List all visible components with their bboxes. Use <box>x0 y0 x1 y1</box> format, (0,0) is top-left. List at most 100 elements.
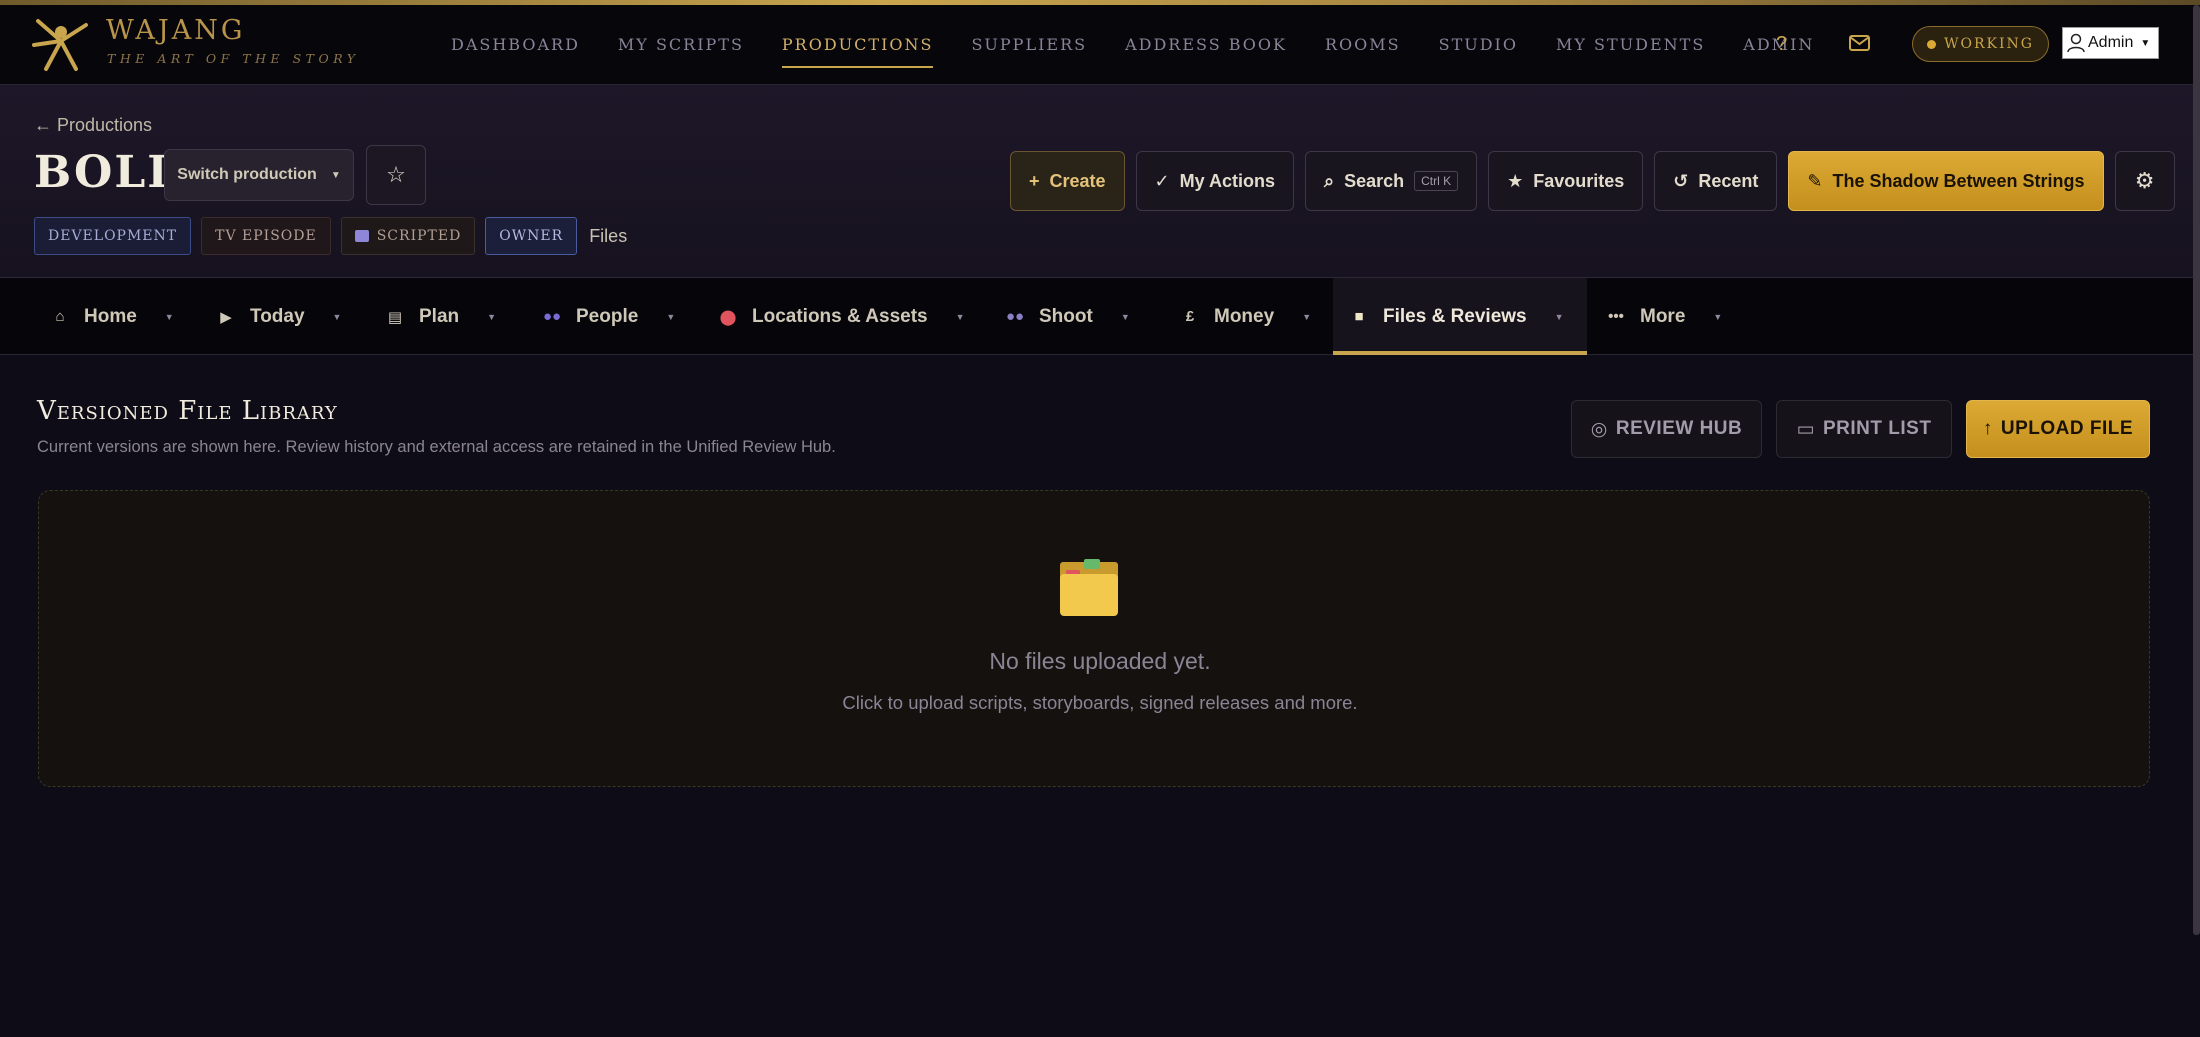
settings-button[interactable]: ⚙ <box>2114 151 2175 211</box>
recent-label: Recent <box>1698 170 1759 191</box>
recent-button[interactable]: ↺ Recent <box>1654 151 1778 211</box>
clipboard-icon: ▤ <box>387 308 403 326</box>
chevron-down-icon: ▼ <box>1713 311 1723 322</box>
empty-state-subtitle: Click to upload scripts, storyboards, si… <box>842 692 1358 713</box>
tab-shoot[interactable]: ●● Shoot ▼ <box>989 278 1130 355</box>
production-header: ← Productions BOLD Switch production ▼ ☆… <box>0 85 2200 278</box>
top-navigation: WAJANG THE ART OF THE STORY DASHBOARD MY… <box>0 5 2200 85</box>
tab-more[interactable]: ••• More ▼ <box>1590 278 1722 355</box>
production-tabs: ⌂ Home ▼ ▶ Today ▼ ▤ Plan ▼ ●● People ▼ … <box>0 278 2200 355</box>
mail-icon[interactable] <box>1849 35 1870 51</box>
chevron-down-icon: ▼ <box>330 169 341 181</box>
chevron-down-icon: ▼ <box>1120 311 1130 322</box>
review-hub-button[interactable]: ◎ REVIEW HUB <box>1571 400 1762 458</box>
tag-tv-episode: TV EPISODE <box>201 217 331 255</box>
page-scrollbar[interactable] <box>2193 5 2200 935</box>
nav-my-students[interactable]: MY STUDENTS <box>1537 5 1724 85</box>
create-button[interactable]: + Create <box>1010 151 1125 211</box>
upload-file-button[interactable]: ↑ UPLOAD FILE <box>1966 400 2150 458</box>
print-list-label: PRINT LIST <box>1823 418 1932 439</box>
status-badge[interactable]: WORKING <box>1912 26 2049 62</box>
search-button[interactable]: ⌕ Search Ctrl K <box>1304 151 1478 211</box>
tab-money-label: Money <box>1214 305 1275 327</box>
folder-icon: ■ <box>1354 308 1364 325</box>
tab-home-label: Home <box>84 305 137 327</box>
pin-icon: ⬤ <box>719 308 737 326</box>
search-icon: ⌕ <box>1323 170 1335 191</box>
home-icon: ⌂ <box>55 308 65 325</box>
story-button[interactable]: ✎ The Shadow Between Strings <box>1788 151 2104 211</box>
chevron-down-icon: ▼ <box>955 311 965 322</box>
print-list-button[interactable]: ▭ PRINT LIST <box>1776 400 1952 458</box>
back-link[interactable]: ← Productions <box>34 115 152 136</box>
camera-crew-icon: ●● <box>1005 308 1025 325</box>
tab-plan[interactable]: ▤ Plan ▼ <box>369 278 496 355</box>
upload-file-label: UPLOAD FILE <box>2000 418 2134 439</box>
favourites-button[interactable]: ★ Favourites <box>1488 151 1644 211</box>
chevron-down-icon: ▼ <box>2140 37 2151 49</box>
tab-files-label: Files & Reviews <box>1383 305 1527 327</box>
user-icon <box>2067 33 2085 53</box>
tab-locations-assets[interactable]: ⬤ Locations & Assets ▼ <box>702 278 965 355</box>
star-icon: ★ <box>1507 170 1524 191</box>
brand-tagline: THE ART OF THE STORY <box>107 51 360 66</box>
tag-scripted: SCRIPTED <box>340 217 476 255</box>
upload-dropzone[interactable] <box>38 490 2150 787</box>
review-icon: ◎ <box>1590 418 1608 440</box>
tab-home[interactable]: ⌂ Home ▼ <box>34 278 174 355</box>
chevron-down-icon: ▼ <box>1554 311 1564 322</box>
chevron-down-icon: ▼ <box>164 311 174 322</box>
current-section: Files <box>589 225 628 246</box>
tab-today-label: Today <box>250 305 305 327</box>
section-title: Versioned File Library <box>37 396 338 426</box>
brand-name: WAJANG <box>106 15 246 46</box>
tab-today[interactable]: ▶ Today ▼ <box>200 278 341 355</box>
chevron-down-icon: ▼ <box>487 311 497 322</box>
main-nav: DASHBOARD MY SCRIPTS PRODUCTIONS SUPPLIE… <box>432 5 1833 85</box>
review-hub-label: REVIEW HUB <box>1615 418 1743 439</box>
clapper-icon <box>354 230 369 242</box>
tab-plan-label: Plan <box>419 305 460 327</box>
chevron-down-icon: ▼ <box>332 311 342 322</box>
chevron-down-icon: ▼ <box>1302 311 1312 322</box>
nav-suppliers[interactable]: SUPPLIERS <box>952 5 1106 85</box>
tab-locations-label: Locations & Assets <box>752 305 928 327</box>
favourites-label: Favourites <box>1533 170 1625 191</box>
logo-icon[interactable] <box>30 15 92 75</box>
people-icon: ●● <box>542 308 562 325</box>
check-icon: ✓ <box>1154 170 1170 191</box>
user-name: Admin <box>2088 34 2134 51</box>
tab-people-label: People <box>576 305 639 327</box>
favourite-star-button[interactable]: ☆ <box>366 145 426 205</box>
my-actions-button[interactable]: ✓ My Actions <box>1135 151 1294 211</box>
folder-icon <box>1060 559 1118 616</box>
nav-studio[interactable]: STUDIO <box>1420 5 1537 85</box>
section-subtitle: Current versions are shown here. Review … <box>37 438 836 456</box>
production-tags: DEVELOPMENT TV EPISODE SCRIPTED OWNER Fi… <box>34 217 627 255</box>
nav-rooms[interactable]: ROOMS <box>1306 5 1420 85</box>
create-label: Create <box>1049 170 1106 191</box>
my-actions-label: My Actions <box>1179 170 1275 191</box>
nav-dashboard[interactable]: DASHBOARD <box>432 5 599 85</box>
status-label: WORKING <box>1944 36 2034 52</box>
tag-development: DEVELOPMENT <box>34 217 192 255</box>
status-dot-icon <box>1927 39 1937 49</box>
plus-icon: + <box>1029 170 1040 191</box>
user-menu[interactable]: Admin ▼ <box>2062 27 2159 59</box>
header-actions: + Create ✓ My Actions ⌕ Search Ctrl K ★ … <box>1010 151 2175 211</box>
nav-my-scripts[interactable]: MY SCRIPTS <box>599 5 763 85</box>
tab-money[interactable]: £ Money ▼ <box>1164 278 1311 355</box>
gear-icon: ⚙ <box>2134 168 2155 193</box>
search-shortcut: Ctrl K <box>1414 171 1459 191</box>
play-icon: ▶ <box>220 308 232 326</box>
nav-address-book[interactable]: ADDRESS BOOK <box>1106 5 1306 85</box>
help-button[interactable]: ? <box>1776 33 1787 56</box>
pound-icon: £ <box>1185 308 1195 325</box>
arrow-up-icon: ↑ <box>1982 418 1993 439</box>
tab-people[interactable]: ●● People ▼ <box>526 278 675 355</box>
history-icon: ↺ <box>1673 170 1689 191</box>
chevron-down-icon: ▼ <box>666 311 676 322</box>
nav-productions[interactable]: PRODUCTIONS <box>763 5 953 85</box>
switch-production-button[interactable]: Switch production ▼ <box>164 149 354 201</box>
tab-files-reviews[interactable]: ■ Files & Reviews ▼ <box>1333 278 1587 355</box>
